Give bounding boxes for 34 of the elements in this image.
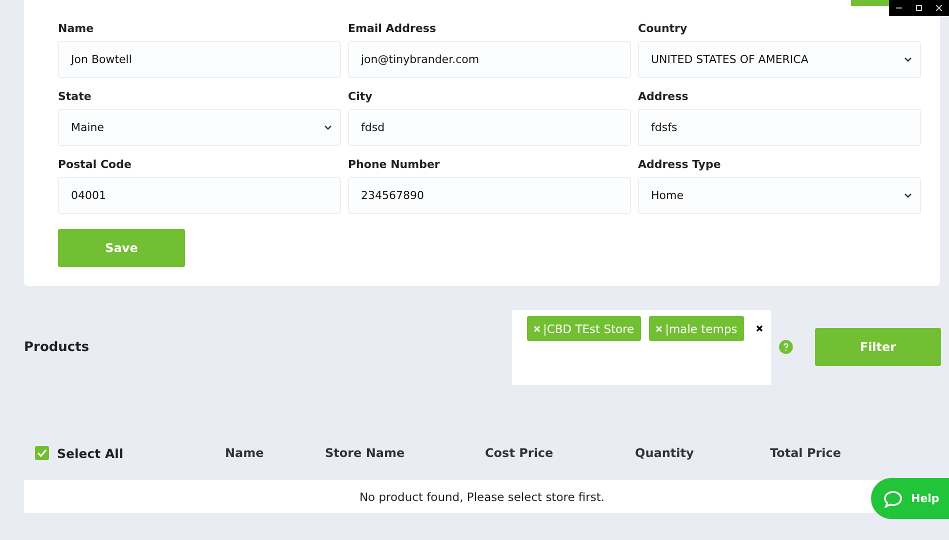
input-field[interactable]: fdsd: [348, 109, 631, 146]
field-label: Email Address: [348, 22, 438, 37]
checkbox[interactable]: [35, 446, 49, 460]
chevron-down-icon: [324, 124, 332, 130]
section-title: Products: [24, 340, 90, 355]
close-icon[interactable]: [936, 5, 942, 11]
checkbox-label: Select All: [57, 446, 124, 460]
chevron-down-icon: [904, 192, 912, 198]
field-label: Address: [638, 90, 690, 105]
input-field[interactable]: fdsfs: [638, 109, 921, 146]
restore-icon[interactable]: [916, 5, 922, 11]
field-label: State: [58, 90, 92, 105]
input-field[interactable]: jon@tinybrander.com: [348, 41, 631, 78]
field-label: Postal Code: [58, 158, 132, 173]
column-header: Store Name: [325, 446, 406, 460]
column-header: Name: [225, 446, 265, 460]
input-field[interactable]: 04001: [58, 177, 341, 214]
chevron-down-icon: [904, 56, 912, 62]
column-header: Total Price: [770, 446, 842, 460]
select-field[interactable]: Maine: [58, 109, 341, 146]
field-label: City: [348, 90, 374, 105]
field-label: Country: [638, 22, 688, 37]
select-field[interactable]: Home: [638, 177, 921, 214]
field-label: Name: [58, 22, 95, 37]
field-label: Address Type: [638, 158, 722, 173]
select-field[interactable]: UNITED STATES OF AMERICA: [638, 41, 921, 78]
column-header: Quantity: [635, 446, 695, 460]
column-header: Cost Price: [485, 446, 554, 460]
minimize-icon[interactable]: [896, 5, 902, 11]
field-label: Phone Number: [348, 158, 441, 173]
chat-bubble-icon: [883, 490, 903, 508]
input-field[interactable]: 234567890: [348, 177, 631, 214]
input-field[interactable]: Jon Bowtell: [58, 41, 341, 78]
clear-icon[interactable]: [756, 325, 764, 332]
